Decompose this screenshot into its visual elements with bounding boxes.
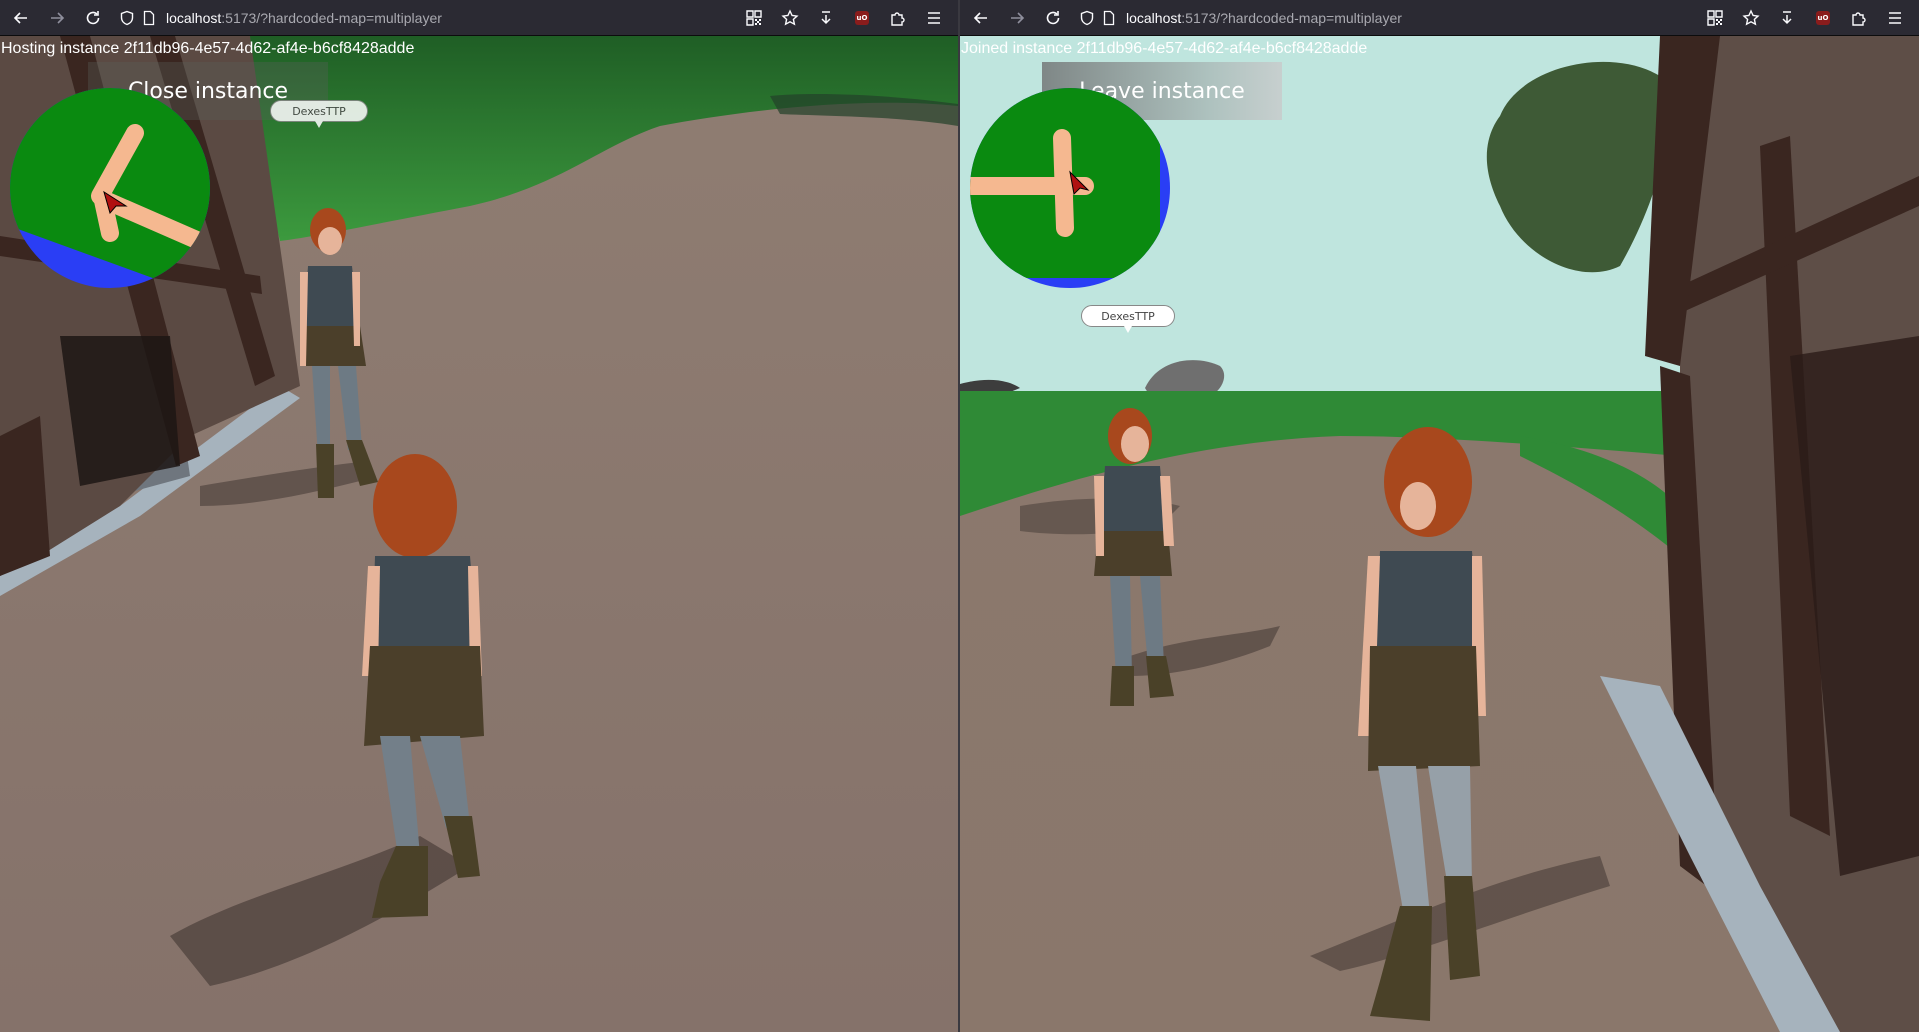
game-viewport[interactable]: Joined instance 2f11db96-4e57-4d62-af4e-… [960,36,1919,1032]
reload-icon[interactable] [78,3,108,33]
player-nametag: DexesTTP [270,100,368,128]
minimap [10,88,210,288]
browser-toolbar: localhost:5173/?hardcoded-map=multiplaye… [960,0,1919,36]
url-path: :5173/?hardcoded-map=multiplayer [221,9,442,26]
qr-code-icon[interactable] [1701,3,1729,33]
star-icon[interactable] [1737,3,1765,33]
shield-icon[interactable] [116,7,138,29]
hamburger-menu-icon[interactable] [1881,3,1909,33]
save-to-pocket-icon[interactable] [812,3,840,33]
hamburger-menu-icon[interactable] [920,3,948,33]
browser-toolbar: localhost:5173/?hardcoded-map=multiplaye… [0,0,958,36]
forward-arrow-icon[interactable] [1002,3,1032,33]
minimap-graphic [970,88,1170,288]
url-path: :5173/?hardcoded-map=multiplayer [1181,9,1402,26]
puzzle-icon[interactable] [1845,3,1873,33]
doorway [60,336,180,486]
forward-arrow-icon[interactable] [42,3,72,33]
left-browser-window: localhost:5173/?hardcoded-map=multiplaye… [0,0,958,1032]
right-browser-window: localhost:5173/?hardcoded-map=multiplaye… [960,0,1919,1032]
save-to-pocket-icon[interactable] [1773,3,1801,33]
toolbar-actions: uO [732,3,948,33]
puzzle-icon[interactable] [884,3,912,33]
qr-code-icon[interactable] [740,3,768,33]
url-host: localhost [166,9,222,26]
toolbar-actions: uO [1693,3,1909,33]
page-icon [1098,7,1120,29]
back-arrow-icon[interactable] [6,3,36,33]
url-host: localhost [1126,9,1182,26]
minimap-graphic [10,88,210,288]
player-nametag: DexesTTP [1081,305,1175,333]
page-icon [138,7,160,29]
game-viewport[interactable]: Hosting instance 2f11db96-4e57-4d62-af4e… [0,36,958,1032]
minimap [970,88,1170,288]
instance-status: Hosting instance 2f11db96-4e57-4d62-af4e… [1,40,415,57]
star-icon[interactable] [776,3,804,33]
shield-icon[interactable] [1076,7,1098,29]
instance-status: Joined instance 2f11db96-4e57-4d62-af4e-… [961,40,1368,57]
ublock-origin-icon[interactable]: uO [848,3,876,33]
url-bar[interactable]: localhost:5173/?hardcoded-map=multiplaye… [1076,4,1693,32]
reload-icon[interactable] [1038,3,1068,33]
url-text[interactable]: localhost:5173/?hardcoded-map=multiplaye… [166,10,442,26]
ublock-origin-icon[interactable]: uO [1809,3,1837,33]
url-bar[interactable]: localhost:5173/?hardcoded-map=multiplaye… [116,4,732,32]
back-arrow-icon[interactable] [966,3,996,33]
url-text[interactable]: localhost:5173/?hardcoded-map=multiplaye… [1126,10,1402,26]
